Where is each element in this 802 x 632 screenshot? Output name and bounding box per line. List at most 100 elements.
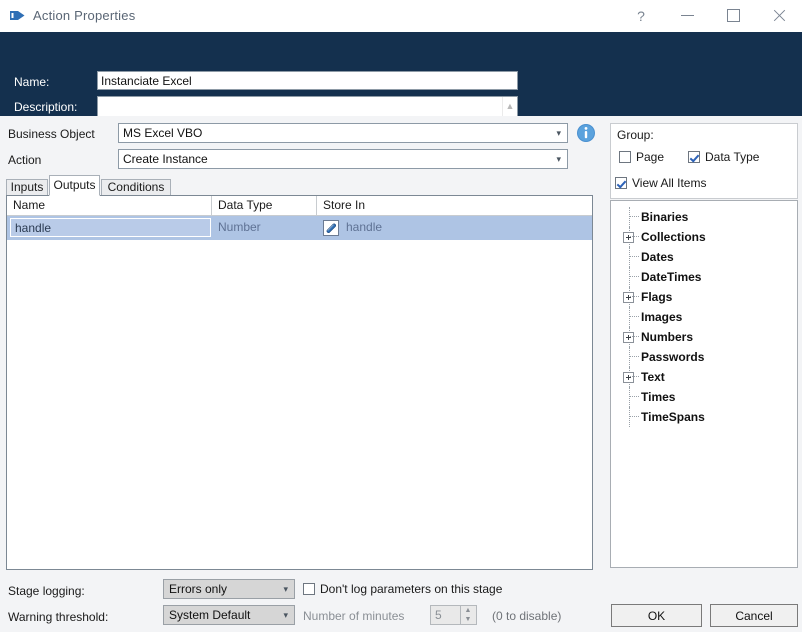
header-panel: Name: Description: ▲ ▼ (0, 32, 802, 141)
minimize-button[interactable] (664, 0, 710, 31)
tree-item-label: Images (641, 310, 683, 324)
expand-icon[interactable] (623, 332, 634, 343)
ok-button[interactable]: OK (611, 604, 702, 627)
data-item-icon (323, 220, 339, 236)
name-label: Name: (14, 75, 50, 89)
info-icon[interactable] (576, 123, 596, 143)
tab-outputs[interactable]: Outputs (49, 175, 100, 196)
checkbox-box (619, 151, 631, 163)
checkbox-dont-log-parameters[interactable]: Don't log parameters on this stage (303, 582, 502, 596)
row-data-type: Number (218, 220, 261, 234)
tree-item-label: Binaries (641, 210, 689, 224)
expand-icon[interactable] (623, 372, 634, 383)
business-object-dropdown[interactable]: MS Excel VBO ▾ (118, 123, 568, 143)
stage-logging-value: Errors only (169, 582, 228, 596)
action-properties-dialog: Action Properties ? Name: Description: ▲… (0, 0, 802, 632)
name-input[interactable] (97, 71, 518, 90)
tree-item-times[interactable]: Times (611, 387, 797, 407)
tree-line (629, 407, 630, 427)
checkbox-view-all-label: View All Items (632, 176, 707, 190)
tab-strip: Inputs Outputs Conditions (6, 175, 586, 196)
dont-log-label: Don't log parameters on this stage (320, 582, 503, 596)
checkbox-data-type[interactable]: Data Type (688, 150, 759, 164)
checkbox-page[interactable]: Page (619, 150, 664, 164)
tree-item-collections[interactable]: Collections (611, 227, 797, 247)
warning-threshold-label: Warning threshold: (8, 610, 109, 624)
tree-item-numbers[interactable]: Numbers (611, 327, 797, 347)
tree-line (629, 267, 630, 287)
tree-connector (630, 396, 639, 397)
stepper-up-icon[interactable]: ▲ (461, 606, 475, 615)
minimize-icon (680, 15, 694, 16)
chevron-down-icon: ▾ (556, 154, 561, 164)
help-icon: ? (637, 7, 645, 24)
tree-line (629, 387, 630, 407)
number-of-minutes-stepper[interactable]: 5 ▲ ▼ (430, 605, 477, 625)
tree-line (629, 207, 630, 227)
checkbox-box (688, 151, 700, 163)
action-label: Action (8, 153, 42, 167)
group-label: Group: (617, 128, 654, 142)
chevron-down-icon: ▾ (556, 128, 561, 138)
stepper-down-icon[interactable]: ▼ (461, 615, 475, 624)
scroll-up-icon[interactable]: ▲ (503, 99, 517, 112)
checkbox-view-all-items[interactable]: View All Items (615, 176, 706, 190)
tree-connector (630, 216, 639, 217)
tree-item-images[interactable]: Images (611, 307, 797, 327)
maximize-button[interactable] (710, 0, 756, 31)
cancel-button[interactable]: Cancel (710, 604, 798, 627)
tree-connector (630, 356, 639, 357)
tree-item-label: Passwords (641, 350, 705, 364)
tab-inputs[interactable]: Inputs (6, 179, 48, 196)
tree-item-flags[interactable]: Flags (611, 287, 797, 307)
column-header-data-type[interactable]: Data Type (212, 196, 317, 215)
stage-logging-label: Stage logging: (8, 584, 85, 598)
tree-item-text[interactable]: Text (611, 367, 797, 387)
tree-item-binaries[interactable]: Binaries (611, 207, 797, 227)
business-object-label: Business Object (8, 127, 95, 141)
tree-item-label: Flags (641, 290, 673, 304)
grid-header-row: Name Data Type Store In (7, 196, 592, 216)
close-button[interactable] (756, 0, 802, 31)
tree-item-datetimes[interactable]: DateTimes (611, 267, 797, 287)
title-bar: Action Properties ? (0, 0, 802, 33)
checkbox-data-type-label: Data Type (705, 150, 760, 164)
column-header-name[interactable]: Name (7, 196, 212, 215)
tree-item-label: Text (641, 370, 665, 384)
checkbox-page-label: Page (636, 150, 665, 164)
window-title: Action Properties (33, 8, 136, 23)
checkbox-box (303, 583, 315, 595)
chevron-down-icon: ▾ (283, 610, 288, 620)
tree-line (629, 307, 630, 327)
table-row[interactable]: Number handle (7, 216, 592, 240)
checkbox-box (615, 177, 627, 189)
tree-item-timespans[interactable]: TimeSpans (611, 407, 797, 427)
column-header-store-in[interactable]: Store In (317, 196, 592, 215)
warning-threshold-dropdown[interactable]: System Default ▾ (163, 605, 295, 625)
blueprism-action-icon (10, 9, 25, 23)
expand-icon[interactable] (623, 232, 634, 243)
row-store-in: handle (346, 220, 383, 234)
stepper-buttons[interactable]: ▲ ▼ (460, 606, 476, 624)
tree-item-label: Numbers (641, 330, 694, 344)
tab-conditions[interactable]: Conditions (101, 179, 171, 196)
tree-connector (630, 416, 639, 417)
data-type-tree[interactable]: Binaries Collections Dates DateTimes Fla… (610, 200, 798, 568)
help-button[interactable]: ? (618, 0, 664, 31)
tree-item-passwords[interactable]: Passwords (611, 347, 797, 367)
tree-line (629, 347, 630, 367)
row-name-input[interactable] (10, 218, 211, 237)
tree-item-dates[interactable]: Dates (611, 247, 797, 267)
description-label: Description: (14, 100, 78, 114)
stage-logging-dropdown[interactable]: Errors only ▾ (163, 579, 295, 599)
action-value: Create Instance (123, 152, 208, 166)
tree-connector (630, 336, 639, 337)
tree-connector (630, 316, 639, 317)
expand-icon[interactable] (623, 292, 634, 303)
close-icon (773, 9, 786, 22)
business-object-value: MS Excel VBO (123, 126, 203, 140)
tree-connector (630, 296, 639, 297)
tree-item-label: TimeSpans (641, 410, 705, 424)
tree-item-label: Collections (641, 230, 706, 244)
action-dropdown[interactable]: Create Instance ▾ (118, 149, 568, 169)
